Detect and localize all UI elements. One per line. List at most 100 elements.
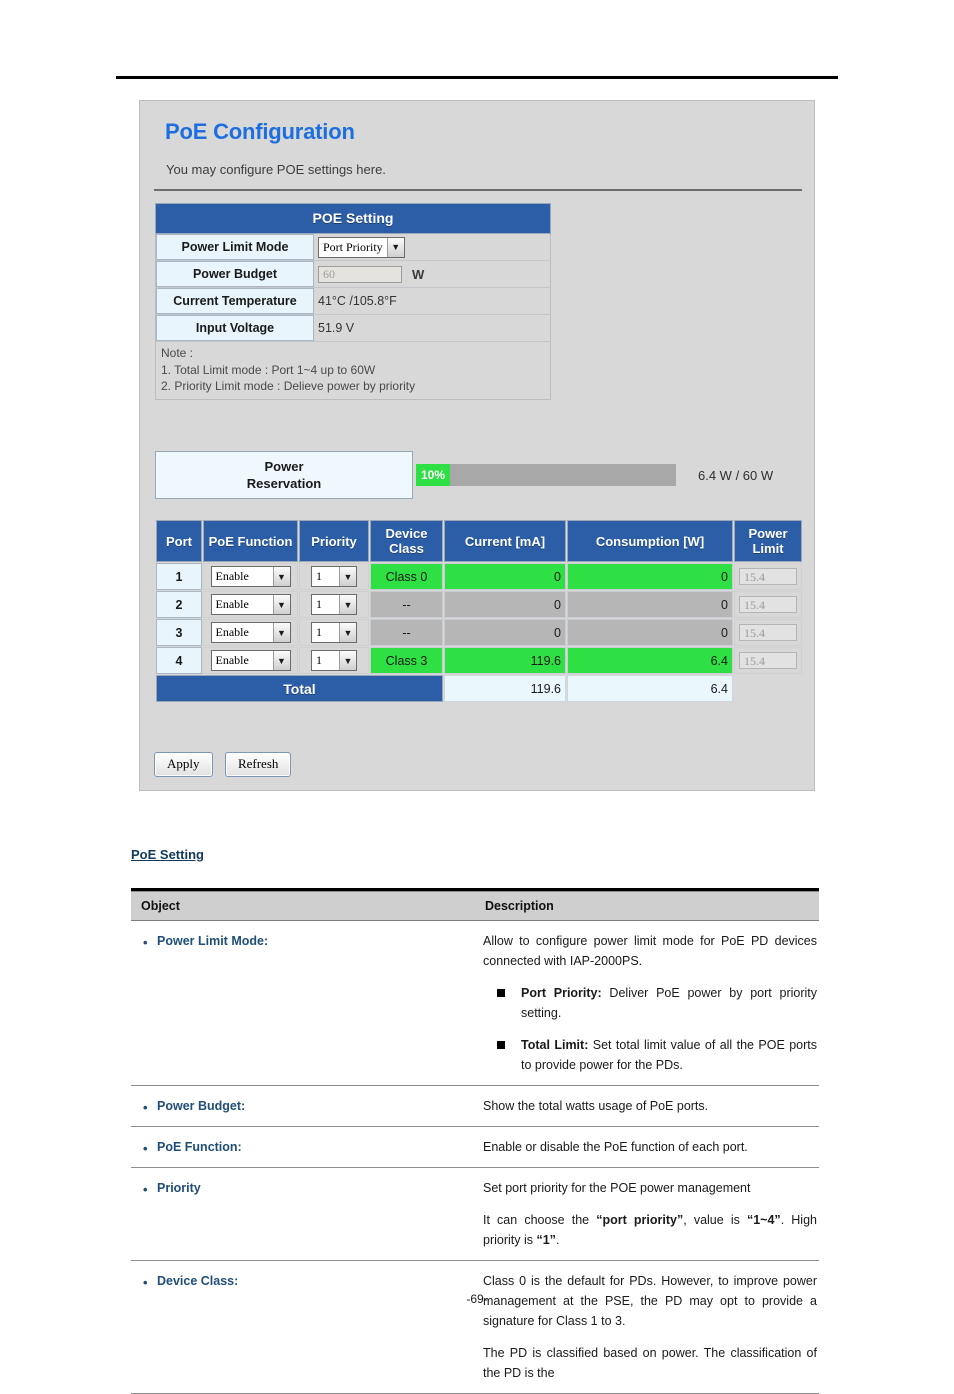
- row-power-budget: Power Budget 60 W: [155, 261, 551, 288]
- doc-description-cell: Class 0 is the default for PDs. However,…: [475, 1260, 819, 1394]
- doc-sub-item: Total Limit: Set total limit value of al…: [483, 1035, 817, 1075]
- poe-function-select[interactable]: Enable ▼: [210, 594, 291, 615]
- action-button-bar: Apply Refresh: [154, 752, 299, 777]
- priority-select-value: 1: [316, 653, 322, 667]
- cell-port: 1: [156, 563, 202, 590]
- rich-c: , value is: [683, 1213, 747, 1227]
- cell-current: 0: [444, 591, 566, 618]
- cell-poe-function: Enable ▼: [203, 563, 298, 590]
- power-limit-input[interactable]: 15.4: [739, 568, 797, 585]
- doc-description-cell: Enable or disable the PoE function of ea…: [475, 1126, 819, 1168]
- cell-power-limit: 15.4: [734, 563, 802, 590]
- cell-priority: 1 ▼: [299, 563, 369, 590]
- page-top-rule: [116, 76, 838, 79]
- chevron-down-icon: ▼: [272, 567, 290, 586]
- cell-port: 2: [156, 591, 202, 618]
- poe-function-select[interactable]: Enable ▼: [210, 622, 291, 643]
- note-heading: Note :: [161, 346, 194, 360]
- power-limit-mode-select[interactable]: Port Priority ▼: [318, 236, 405, 258]
- table-row: 1 Enable ▼ 1 ▼ Class 0 0 0 15.4: [156, 563, 802, 590]
- cell-priority: 1 ▼: [299, 591, 369, 618]
- label-input-voltage: Input Voltage: [156, 315, 314, 341]
- chevron-down-icon: ▼: [339, 623, 356, 642]
- priority-select-value: 1: [316, 569, 322, 583]
- apply-button[interactable]: Apply: [154, 752, 213, 777]
- refresh-button[interactable]: Refresh: [224, 752, 292, 777]
- poe-configuration-screenshot: PoE Configuration You may configure POE …: [139, 100, 815, 791]
- cell-current: 0: [444, 563, 566, 590]
- col-power-limit: Power Limit: [734, 520, 802, 562]
- priority-select[interactable]: 1 ▼: [311, 650, 357, 671]
- poe-setting-section: POE Setting Power Limit Mode Port Priori…: [155, 203, 551, 400]
- col-priority: Priority: [299, 520, 369, 562]
- doc-rich-line: It can choose the “port priority”, value…: [483, 1210, 817, 1250]
- power-reservation-row: Power Reservation 10% 6.4 W / 60 W: [155, 451, 803, 499]
- doc-sub-item-term: Total Limit:: [521, 1038, 589, 1052]
- poe-note-box: Note : 1. Total Limit mode : Port 1~4 up…: [155, 342, 551, 400]
- priority-select-value: 1: [316, 597, 322, 611]
- chevron-down-icon: ▼: [272, 651, 290, 670]
- cell-device-class: --: [370, 619, 443, 646]
- chevron-down-icon: ▼: [339, 595, 356, 614]
- doc-row: Priority Set port priority for the POE po…: [131, 1167, 819, 1261]
- total-consumption: 6.4: [567, 675, 733, 702]
- doc-object-cell: Priority: [131, 1167, 475, 1261]
- power-limit-input[interactable]: 15.4: [739, 596, 797, 613]
- value-input-voltage: 51.9 V: [318, 321, 355, 335]
- power-limit-mode-select-value: Port Priority: [323, 239, 383, 254]
- power-budget-input[interactable]: 60: [318, 265, 402, 283]
- note-line-2: 2. Priority Limit mode : Delieve power b…: [161, 379, 416, 393]
- rich-b3: “1”: [536, 1233, 556, 1247]
- doc-object-label: Power Budget:: [141, 1099, 245, 1113]
- rich-a: It can choose the: [483, 1213, 597, 1227]
- page-subtitle: You may configure POE settings here.: [166, 162, 386, 177]
- cell-device-class: Class 0: [370, 563, 443, 590]
- cell-device-class: --: [370, 591, 443, 618]
- chevron-down-icon: ▼: [272, 623, 290, 642]
- port-table-total-row: Total 119.6 6.4: [156, 675, 802, 702]
- doc-paragraph: The PD is classified based on power. The…: [483, 1346, 817, 1380]
- object-description-table: Object Description Power Limit Mode: Allo…: [131, 888, 819, 1394]
- doc-object-label: Power Limit Mode:: [141, 934, 268, 948]
- doc-object-label: Priority: [141, 1181, 201, 1195]
- priority-select[interactable]: 1 ▼: [311, 594, 357, 615]
- priority-select[interactable]: 1 ▼: [311, 622, 357, 643]
- col-port: Port: [156, 520, 202, 562]
- port-table-header-row: Port PoE Function Priority Device Class …: [156, 520, 802, 562]
- value-current-temperature: 41°C /105.8°F: [318, 294, 397, 308]
- doc-description-cell: Show the total watts usage of PoE ports.: [475, 1085, 819, 1127]
- chevron-down-icon: ▼: [339, 651, 356, 670]
- cell-port: 3: [156, 619, 202, 646]
- doc-sub-item-term: Port Priority:: [521, 986, 602, 1000]
- cell-current: 119.6: [444, 647, 566, 674]
- col-current: Current [mA]: [444, 520, 566, 562]
- page-number: -69-: [466, 1292, 488, 1306]
- power-reservation-label-line2: Reservation: [246, 476, 322, 491]
- cell-device-class: Class 3: [370, 647, 443, 674]
- col-consumption: Consumption [W]: [567, 520, 733, 562]
- col-device-class: Device Class: [370, 520, 443, 562]
- value-power-budget: 60 W: [314, 261, 550, 287]
- doc-object-cell: PoE Function:: [131, 1126, 475, 1168]
- power-reservation-label-line1: Power: [264, 459, 304, 474]
- rich-e: .: [555, 1233, 560, 1247]
- cell-power-limit: 15.4: [734, 591, 802, 618]
- col-poe-function: PoE Function: [203, 520, 298, 562]
- cell-priority: 1 ▼: [299, 647, 369, 674]
- poe-function-select[interactable]: Enable ▼: [210, 650, 291, 671]
- total-current: 119.6: [444, 675, 566, 702]
- power-limit-input[interactable]: 15.4: [739, 652, 797, 669]
- doc-paragraph: Allow to configure power limit mode for …: [483, 934, 817, 968]
- doc-row: Device Class: Class 0 is the default for …: [131, 1260, 819, 1394]
- power-limit-input[interactable]: 15.4: [739, 624, 797, 641]
- doc-row: Power Budget: Show the total watts usage …: [131, 1085, 819, 1127]
- poe-function-select-value: Enable: [215, 597, 249, 611]
- poe-function-select[interactable]: Enable ▼: [210, 566, 291, 587]
- power-reservation-progressbar: 10%: [416, 464, 676, 486]
- priority-select[interactable]: 1 ▼: [311, 566, 357, 587]
- cell-consumption: 0: [567, 619, 733, 646]
- cell-poe-function: Enable ▼: [203, 647, 298, 674]
- table-row: 2 Enable ▼ 1 ▼ -- 0 0 15.4: [156, 591, 802, 618]
- title-divider: [154, 189, 802, 191]
- label-current-temperature: Current Temperature: [156, 288, 314, 314]
